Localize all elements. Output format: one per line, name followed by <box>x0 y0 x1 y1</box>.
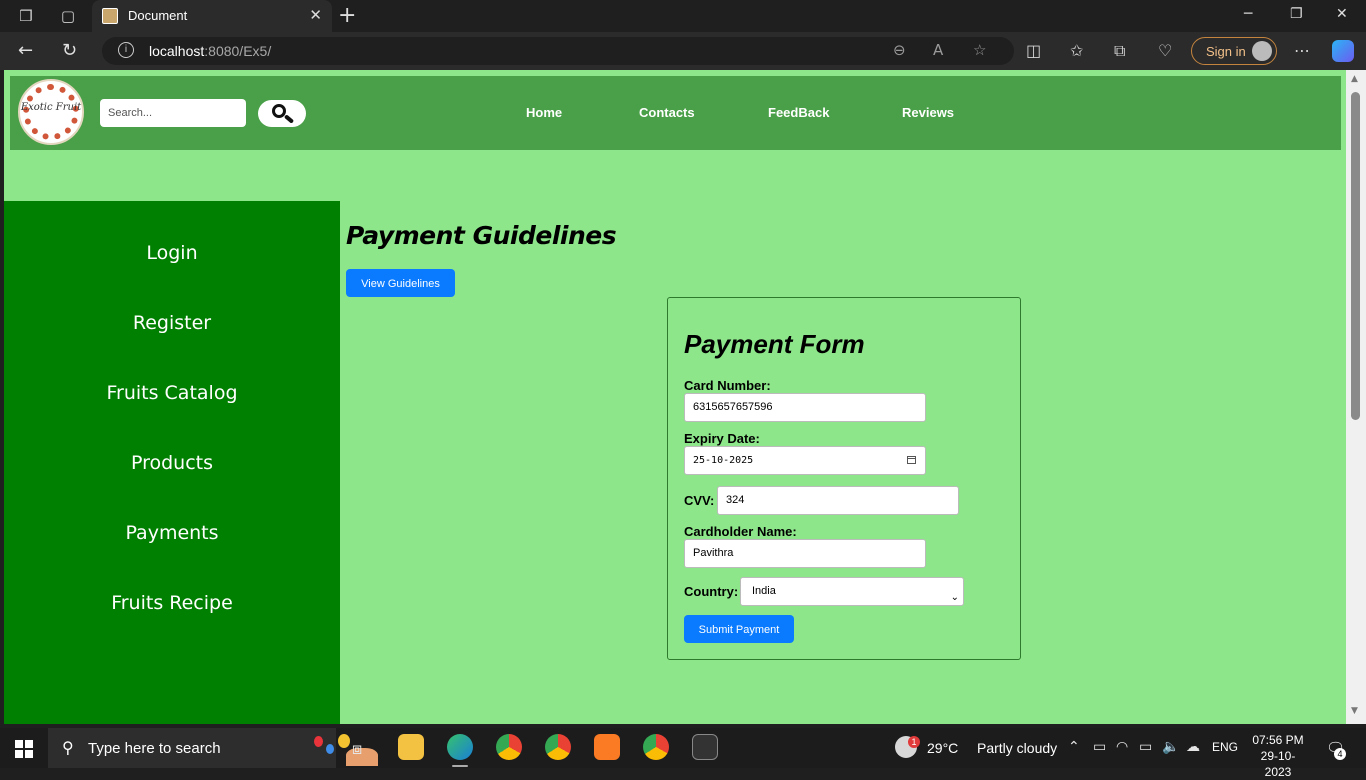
close-tab-icon[interactable]: ✕ <box>309 6 322 24</box>
page-title: Payment Guidelines <box>346 221 617 250</box>
card-number-label: Card Number: <box>684 378 771 393</box>
refresh-icon[interactable]: ↻ <box>62 40 77 61</box>
new-tab-icon[interactable]: + <box>338 3 356 28</box>
cardholder-name-label: Cardholder Name: <box>684 524 797 539</box>
scroll-thumb[interactable] <box>1351 92 1360 420</box>
cardholder-name-field[interactable]: Pavithra <box>684 539 926 568</box>
country-select[interactable]: India ⌄ <box>740 577 964 606</box>
notification-count: 4 <box>1334 748 1346 760</box>
battery-icon[interactable]: ▭ <box>1139 739 1152 755</box>
avatar-icon <box>1252 41 1272 61</box>
close-window-icon[interactable]: ✕ <box>1336 6 1348 22</box>
more-icon[interactable]: ⋯ <box>1294 41 1310 60</box>
submit-payment-button[interactable]: Submit Payment <box>684 615 794 643</box>
site-header: Exotic Fruit Home Contacts FeedBack Revi… <box>10 76 1341 150</box>
split-screen-icon[interactable]: ◫ <box>1026 41 1041 60</box>
tab-title: Document <box>128 8 188 23</box>
payment-form: Payment Form Card Number: 6315657657596 … <box>667 297 1021 660</box>
cvv-field[interactable]: 324 <box>717 486 959 515</box>
site-info-icon[interactable]: i <box>118 42 134 58</box>
sidebar-item-fruits-recipe[interactable]: Fruits Recipe <box>4 592 340 614</box>
back-icon[interactable]: ← <box>18 40 33 61</box>
weather-temp[interactable]: 29°C <box>927 740 958 756</box>
volume-icon[interactable]: 🔈 <box>1162 739 1179 755</box>
tab-actions-icon[interactable]: ▢ <box>58 6 78 26</box>
view-guidelines-button[interactable]: View Guidelines <box>346 269 455 297</box>
search-icon: ⚲ <box>62 738 74 757</box>
weather-badge: 1 <box>908 736 920 748</box>
nav-feedback[interactable]: FeedBack <box>768 105 829 120</box>
sidebar-item-register[interactable]: Register <box>4 312 340 334</box>
cvv-label: CVV: <box>684 493 715 508</box>
browser-toolbar: ← ↻ i localhost:8080/Ex5/ ⊖ A ☆ ◫ ✩ ⧉ ♡ … <box>0 32 1366 70</box>
balloons-illustration-icon <box>308 734 380 766</box>
language-indicator[interactable]: ENG <box>1212 740 1238 754</box>
chrome-profile-2-icon[interactable] <box>643 734 669 760</box>
task-view-icon[interactable]: ⧈ <box>352 739 362 759</box>
tab-favicon-icon <box>102 8 118 24</box>
favorites-icon[interactable]: ✩ <box>1070 41 1083 60</box>
meet-now-icon[interactable]: ▭ <box>1093 739 1106 755</box>
clock-date: 29-10-2023 <box>1260 749 1296 779</box>
expiry-date-label: Expiry Date: <box>684 431 760 446</box>
sidebar-item-fruits-catalog[interactable]: Fruits Catalog <box>4 382 340 404</box>
sign-in-label: Sign in <box>1206 44 1246 59</box>
country-label: Country: <box>684 584 739 599</box>
address-url[interactable]: localhost:8080/Ex5/ <box>149 43 271 59</box>
sidebar-item-products[interactable]: Products <box>4 452 340 474</box>
favorite-icon[interactable]: ☆ <box>973 41 986 59</box>
sidebar-item-payments[interactable]: Payments <box>4 522 340 544</box>
terminal-icon[interactable] <box>692 734 718 760</box>
restore-icon[interactable]: ❐ <box>1290 6 1303 22</box>
taskbar-search-text: Type here to search <box>88 740 221 757</box>
read-aloud-icon[interactable]: A <box>933 41 943 59</box>
weather-desc[interactable]: Partly cloudy <box>977 740 1057 756</box>
workspaces-icon[interactable]: ❒ <box>16 6 36 26</box>
page-scrollbar[interactable]: ▲ ▼ <box>1346 70 1366 724</box>
search-input[interactable] <box>100 99 246 127</box>
zoom-out-icon[interactable]: ⊖ <box>893 41 906 59</box>
browser-essentials-icon[interactable]: ♡ <box>1158 41 1172 60</box>
wifi-icon[interactable]: ◠ <box>1116 739 1128 755</box>
sidebar: Login Register Fruits Catalog Products P… <box>4 201 340 724</box>
taskbar-search[interactable]: ⚲ Type here to search <box>48 728 378 768</box>
nav-home[interactable]: Home <box>526 105 562 120</box>
nav-reviews[interactable]: Reviews <box>902 105 954 120</box>
copilot-icon[interactable] <box>1332 40 1354 62</box>
sidebar-item-login[interactable]: Login <box>4 242 340 264</box>
page-viewport: Exotic Fruit Home Contacts FeedBack Revi… <box>4 70 1346 724</box>
windows-start-icon[interactable] <box>15 740 33 758</box>
chrome-profile-icon[interactable] <box>545 734 571 760</box>
scroll-up-icon[interactable]: ▲ <box>1351 74 1358 84</box>
minimize-icon[interactable]: ─ <box>1244 6 1252 22</box>
chevron-down-icon: ⌄ <box>950 592 959 603</box>
browser-tab[interactable]: Document ✕ <box>92 0 332 32</box>
edge-icon[interactable] <box>447 734 473 760</box>
clock-time: 07:56 PM <box>1252 733 1304 747</box>
logo-text: Exotic Fruit <box>20 102 82 113</box>
file-explorer-icon[interactable] <box>398 734 424 760</box>
collections-icon[interactable]: ⧉ <box>1114 41 1125 61</box>
form-title: Payment Form <box>684 329 865 359</box>
calendar-icon[interactable] <box>907 456 916 464</box>
onedrive-icon[interactable]: ☁ <box>1186 739 1200 755</box>
search-button[interactable] <box>258 100 306 127</box>
browser-titlebar: ❒ ▢ Document ✕ + ─ ❐ ✕ <box>0 0 1366 32</box>
logo[interactable]: Exotic Fruit <box>18 79 84 145</box>
scroll-down-icon[interactable]: ▼ <box>1351 706 1358 716</box>
expiry-date-field[interactable]: 25-10-2025 <box>684 446 926 475</box>
sign-in-button[interactable]: Sign in <box>1191 37 1277 65</box>
xampp-icon[interactable] <box>594 734 620 760</box>
card-number-field[interactable]: 6315657657596 <box>684 393 926 422</box>
chevron-up-icon[interactable]: ⌃ <box>1068 739 1080 755</box>
clock[interactable]: 07:56 PM 29-10-2023 <box>1248 732 1308 780</box>
chrome-icon[interactable] <box>496 734 522 760</box>
address-bar[interactable]: i localhost:8080/Ex5/ ⊖ A ☆ <box>102 37 1014 65</box>
nav-contacts[interactable]: Contacts <box>639 105 695 120</box>
taskbar: ⚲ Type here to search ⧈ 1 29°C Partly cl… <box>0 728 1366 779</box>
expiry-date-value: 25-10-2025 <box>693 455 754 466</box>
country-selected-value: India <box>752 585 776 597</box>
